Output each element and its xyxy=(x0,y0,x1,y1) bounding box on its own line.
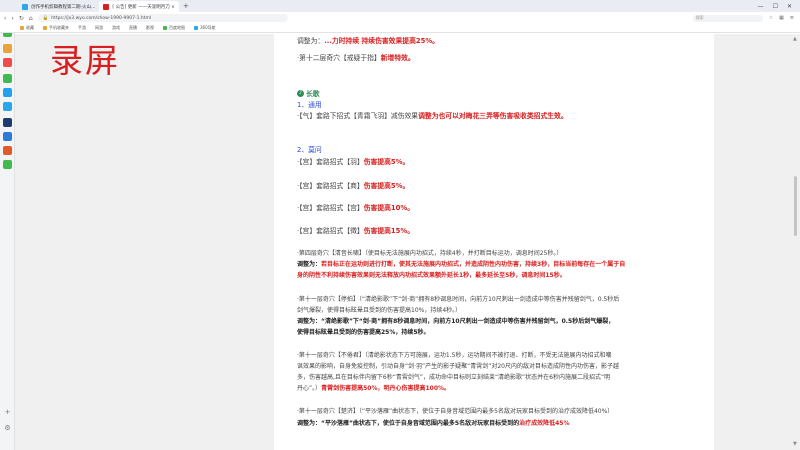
sidebar-app-icon[interactable] xyxy=(3,146,12,155)
recording-overlay-text: 录屏 xyxy=(50,41,120,80)
scrollbar-thumb[interactable] xyxy=(794,176,797,236)
tab-item[interactable]: 创作手机剪辑教程第二期-火山... xyxy=(18,1,99,12)
page-scrollbar[interactable]: ▲ ▼ xyxy=(793,36,798,448)
folder-icon xyxy=(163,26,167,30)
sidebar-app-icon[interactable] xyxy=(3,44,12,53)
minimize-icon[interactable]: — xyxy=(758,3,764,10)
forward-icon[interactable]: › xyxy=(11,15,13,22)
skill-line: ·【宫】套路招式【宫】伤害提高10%。 xyxy=(297,204,414,212)
subsection-title: 1、通用 xyxy=(297,101,322,109)
sidebar-settings-icon[interactable]: ⚙ xyxy=(3,424,12,433)
scroll-down-icon[interactable]: ▼ xyxy=(793,441,797,447)
tab-item-active[interactable]: [ 公告] 更新 ——天涯明月刀 × xyxy=(99,1,179,12)
bookmark-item[interactable]: 网游 xyxy=(95,25,103,31)
article-line: 调整为：若目标正在运功则进行打断，使其无法施展内功招式，并造成阴性内功伤害，持续… xyxy=(297,261,626,268)
article-line: 讽效果的影响，自身免疫控制，引动自身“剑·羽”产生的影子疑聚“青霄剑”对20尺内… xyxy=(297,363,619,370)
article-line: 调整为：“清绝影歌”下“剑·商”拥有8秒调息时间，向前方10尺刺出一剑造成中等伤… xyxy=(297,318,615,325)
article-line: 丹心”。）青霄剑伤害提高50%，明丹心伤害提高100%。 xyxy=(297,385,451,392)
menu-icon[interactable]: ≡ xyxy=(790,15,794,22)
skill-line: ·【宫】套路招式【商】伤害提高5%。 xyxy=(297,182,410,190)
article-line: ·第十一层奇穴【楚济】（“平沙落雁”曲状态下，使位于自身音域范围内最多5名敌对玩… xyxy=(297,408,614,415)
article-line: 使得目标眩晕且受到的伤害提高25%，持续5秒。 xyxy=(297,329,430,336)
bookmark-item[interactable]: 手游 xyxy=(78,25,86,31)
article-line: ·【气】套路下招式【青霜飞羽】减伤效果调整为也可以对梅花三弄等伤害吸收类招式生效… xyxy=(297,112,568,120)
url-input[interactable]: 🔒 https://jx3.wyo.com/show-1990-9907-1.h… xyxy=(37,14,288,22)
back-icon[interactable]: ‹ xyxy=(4,15,6,22)
tab-bar: 创作手机剪辑教程第二期-火山... [ 公告] 更新 ——天涯明月刀 × + —… xyxy=(0,0,800,12)
section-heading: ♪ 长歌 xyxy=(297,89,320,98)
sidebar-app-icon[interactable] xyxy=(3,58,12,67)
sidebar-app-icon[interactable] xyxy=(3,118,12,127)
tab-favicon-icon xyxy=(103,3,110,10)
music-note-icon: ♪ xyxy=(297,89,304,97)
article-line: 调整为：“平沙落雁”曲状态下，使位于自身音域范围内最多5名敌对玩家目标受到的治疗… xyxy=(297,420,570,427)
folder-icon xyxy=(194,26,198,30)
bookmark-item[interactable]: 收藏 xyxy=(20,25,34,31)
extensions-icon[interactable]: ▦ xyxy=(779,15,784,22)
bookmarks-bar: 收藏 手机收藏夹 手游 网游 游戏 直播 影视 百度地图 360导航 xyxy=(0,24,800,33)
browser-sidebar: + ⚙ xyxy=(0,0,15,450)
folder-icon xyxy=(43,26,47,30)
address-bar: ‹ › ↻ ⌂ 🔒 https://jx3.wyo.com/show-1990-… xyxy=(0,12,800,24)
article-line: 身的阴性不利持续伤害效果则无法释放内功招式效果额外延长1秒，最多延长至5秒，调息… xyxy=(297,272,566,279)
toolbar-icons: 搜索 ☆ ▦ ≡ xyxy=(692,14,800,22)
sidebar-app-icon[interactable] xyxy=(3,74,12,83)
sidebar-app-icon[interactable] xyxy=(3,132,12,141)
star-icon[interactable]: ☆ xyxy=(769,15,773,22)
bookmark-item[interactable]: 游戏 xyxy=(112,25,120,31)
skill-line: ·【宫】套路招式【徵】伤害提高15%。 xyxy=(297,227,414,235)
sidebar-app-icon[interactable] xyxy=(3,102,12,111)
bookmark-item[interactable]: 直播 xyxy=(129,25,137,31)
maximize-icon[interactable]: ☐ xyxy=(773,3,778,10)
url-text: https://jx3.wyo.com/show-1990-9907-1.htm… xyxy=(51,15,152,21)
close-icon[interactable]: ✕ xyxy=(787,3,792,10)
tab-favicon-icon xyxy=(22,3,28,10)
bookmark-item[interactable]: 影视 xyxy=(146,25,154,31)
lock-icon: 🔒 xyxy=(42,15,49,21)
reload-icon[interactable]: ↻ xyxy=(19,15,24,22)
folder-icon xyxy=(20,26,24,30)
subsection-title: 2、莫问 xyxy=(297,146,322,154)
bookmark-item[interactable]: 手机收藏夹 xyxy=(43,25,69,31)
scroll-up-icon[interactable]: ▲ xyxy=(793,36,797,42)
sidebar-add-icon[interactable]: + xyxy=(3,408,12,417)
sidebar-app-icon[interactable] xyxy=(3,160,12,169)
article-line: ·第十一层奇穴【不倦君】（清绝影状态下方可施展，运功1.5秒，运功期间不被打退、… xyxy=(297,352,612,359)
sidebar-app-icon[interactable] xyxy=(3,88,12,97)
window-controls: — ☐ ✕ xyxy=(758,3,800,10)
tab-label: [ 公告] 更新 ——天涯明月刀 × xyxy=(112,4,175,10)
new-tab-icon[interactable]: + xyxy=(183,2,189,10)
search-input[interactable]: 搜索 xyxy=(692,14,763,22)
bookmark-item[interactable]: 360导航 xyxy=(194,25,216,31)
article-line: ·第四层奇穴【清音长啸】（使目标无法施展内功招式，持续4秒，并打断目标运功，调息… xyxy=(297,250,563,257)
article-line: 多，伤害越高,且在目标伴内留下6秒“青霄剑气”，成功命中目标则立刻结束“清绝影歌… xyxy=(297,374,611,381)
article-line: ·第十一层奇穴【停拍】（“清绝影歌”下“剑·商”拥有8秒调息时间，向前方10尺刺… xyxy=(297,296,620,303)
tab-label: 创作手机剪辑教程第二期-火山... xyxy=(31,4,96,10)
article-line: 剑气爆裂，使得目标眩晕且受到的伤害提高10%，持续4秒。） xyxy=(297,307,462,314)
skill-line: ·【宫】套路招式【羽】伤害提高5%。 xyxy=(297,158,410,166)
article-line: 调整为：...力时持续 持续伤害效果提高25%。 xyxy=(297,37,439,45)
article-line: ·第十二层奇穴【戒疑于指】新增特效。 xyxy=(297,54,415,62)
home-icon[interactable]: ⌂ xyxy=(29,15,33,22)
bookmark-item[interactable]: 百度地图 xyxy=(163,25,185,31)
